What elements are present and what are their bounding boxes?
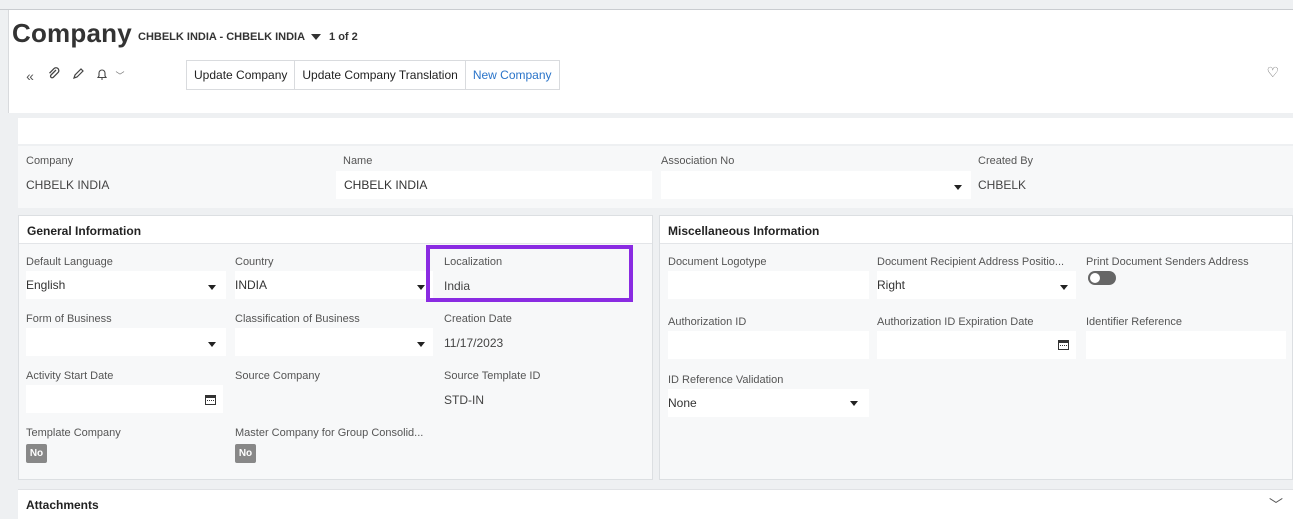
country-value[interactable]: INDIA <box>235 278 267 292</box>
calendar-icon[interactable] <box>205 395 216 405</box>
country-select[interactable]: INDIA <box>235 271 433 299</box>
print-senders-address-toggle[interactable] <box>1088 271 1116 285</box>
form-of-business-select[interactable] <box>26 328 226 356</box>
classification-of-business-select[interactable] <box>235 328 433 356</box>
source-template-id-value: STD-IN <box>444 393 484 407</box>
calendar-icon[interactable] <box>1058 340 1069 350</box>
activity-start-date-input[interactable] <box>26 385 223 413</box>
id-reference-validation-select[interactable]: None <box>668 389 869 417</box>
default-language-select[interactable]: English <box>26 271 226 299</box>
company-label: Company <box>26 155 74 167</box>
id-reference-validation-label: ID Reference Validation <box>668 374 784 386</box>
dropdown-arrow-icon[interactable] <box>417 342 425 347</box>
template-company-label: Template Company <box>26 427 121 439</box>
dropdown-arrow-icon[interactable] <box>208 342 216 347</box>
form-of-business-label: Form of Business <box>26 313 112 325</box>
update-company-button[interactable]: Update Company <box>186 60 296 90</box>
chevron-down-icon[interactable]: ﹀ <box>108 69 132 82</box>
double-chevron-left-icon[interactable]: « <box>18 68 42 84</box>
classification-of-business-label: Classification of Business <box>235 313 360 325</box>
document-logotype-label: Document Logotype <box>668 256 767 268</box>
dropdown-arrow-icon[interactable] <box>417 285 425 290</box>
authorization-id-input[interactable] <box>668 331 869 359</box>
source-template-id-label: Source Template ID <box>444 370 541 382</box>
recipient-address-position-select[interactable]: Right <box>877 271 1076 299</box>
document-logotype-input[interactable] <box>668 271 869 299</box>
heart-icon[interactable]: ♡ <box>1266 64 1279 81</box>
blank-strip <box>18 118 1293 144</box>
template-company-badge: No <box>26 444 47 463</box>
paperclip-icon[interactable] <box>42 67 66 84</box>
action-buttons: Update Company Update Company Translatio… <box>186 60 560 90</box>
default-language-label: Default Language <box>26 256 113 268</box>
record-pager: 1 of 2 <box>329 31 358 43</box>
source-company-label: Source Company <box>235 370 320 382</box>
authorization-expiration-input[interactable] <box>877 331 1076 359</box>
default-language-value: English <box>26 278 66 292</box>
print-senders-address-label: Print Document Senders Address <box>1086 256 1249 268</box>
recipient-address-position-label: Document Recipient Address Positio... <box>877 256 1065 268</box>
creation-date-value: 11/17/2023 <box>444 336 504 350</box>
created-by-label: Created By <box>978 155 1034 167</box>
identifier-reference-label: Identifier Reference <box>1086 316 1182 328</box>
dropdown-arrow-icon[interactable] <box>1060 285 1068 290</box>
update-company-translation-button[interactable]: Update Company Translation <box>294 60 466 90</box>
chevron-down-icon[interactable]: ﹀ <box>1269 495 1283 515</box>
general-information-title: General Information <box>19 216 652 244</box>
master-company-label: Master Company for Group Consolid... <box>235 427 424 439</box>
company-value: CHBELK INDIA <box>26 178 110 192</box>
authorization-id-label: Authorization ID <box>668 316 747 328</box>
key-fields-section <box>18 146 1293 208</box>
pencil-icon[interactable] <box>66 67 90 84</box>
localization-highlight-box <box>426 245 633 302</box>
attachments-section[interactable]: Attachments ﹀ <box>18 489 1293 519</box>
association-no-select[interactable] <box>661 171 971 199</box>
dropdown-arrow-icon[interactable] <box>850 401 858 406</box>
created-by-value: CHBELK <box>978 178 1027 192</box>
name-value: CHBELK INDIA <box>344 178 428 192</box>
country-label: Country <box>235 256 274 268</box>
record-name[interactable]: CHBELK INDIA - CHBELK INDIA <box>138 31 305 43</box>
master-company-badge: No <box>235 444 256 463</box>
page-title: Company <box>12 18 132 48</box>
record-selector[interactable]: CHBELK INDIA - CHBELK INDIA 1 of 2 <box>138 31 358 43</box>
name-input[interactable]: CHBELK INDIA <box>336 171 652 199</box>
id-reference-validation-value: None <box>668 396 697 410</box>
dropdown-arrow-icon[interactable] <box>208 285 216 290</box>
activity-start-date-label: Activity Start Date <box>26 370 114 382</box>
name-label: Name <box>343 155 373 167</box>
dropdown-arrow-icon[interactable] <box>954 185 962 190</box>
new-company-button[interactable]: New Company <box>464 60 560 90</box>
caret-down-icon[interactable] <box>311 33 322 40</box>
association-no-label: Association No <box>661 155 735 167</box>
identifier-reference-input[interactable] <box>1086 331 1286 359</box>
recipient-address-position-value: Right <box>877 278 906 292</box>
toolbar-icons: « ﹀ <box>18 67 142 84</box>
attachments-title: Attachments <box>26 498 99 512</box>
miscellaneous-information-title: Miscellaneous Information <box>660 216 1292 244</box>
creation-date-label: Creation Date <box>444 313 512 325</box>
authorization-expiration-label: Authorization ID Expiration Date <box>877 316 1034 328</box>
